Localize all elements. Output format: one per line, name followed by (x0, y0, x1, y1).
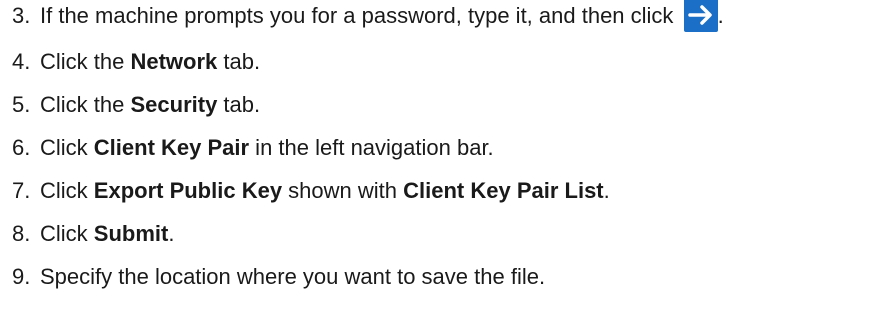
step-number: 3. (12, 2, 31, 28)
step-number: 9. (12, 264, 31, 289)
step-text: Click (40, 135, 94, 160)
ui-term-client-key-pair-list: Client Key Pair List (403, 178, 604, 203)
step-number: 8. (12, 221, 31, 246)
step-number: 6. (12, 135, 31, 160)
step-text-middle: shown with (282, 178, 404, 203)
step-text: Click the (40, 49, 131, 74)
ui-term-security: Security (130, 92, 218, 117)
step-number: 7. (12, 178, 31, 203)
step-8: 8. Click Submit. (12, 220, 174, 248)
step-5: 5. Click the Security tab. (12, 91, 260, 119)
ui-term-client-key-pair: Client Key Pair (93, 135, 250, 160)
step-text: Click (40, 178, 94, 203)
step-text-end: . (168, 221, 175, 246)
step-7: 7. Click Export Public Key shown with Cli… (12, 177, 610, 205)
step-text-end: tab. (217, 92, 261, 117)
step-number: 4. (12, 49, 31, 74)
step-text: Specify the location where you want to s… (40, 264, 546, 289)
ui-term-export-public-key: Export Public Key (93, 178, 283, 203)
step-text: If the machine prompts you for a passwor… (40, 2, 674, 28)
ui-term-network: Network (130, 49, 218, 74)
step-text-end: . (717, 2, 724, 28)
step-4: 4. Click the Network tab. (12, 48, 260, 76)
step-3: 3. If the machine prompts you for a passw… (12, 0, 724, 34)
step-9: 9. Specify the location where you want to… (12, 263, 545, 291)
step-text: Click the (40, 92, 131, 117)
step-number: 5. (12, 92, 31, 117)
ui-term-submit: Submit (93, 221, 169, 246)
step-text-end: in the left navigation bar. (249, 135, 494, 160)
arrow-right-icon (683, 0, 718, 32)
step-text-end: tab. (217, 49, 261, 74)
step-6: 6. Click Client Key Pair in the left navi… (12, 134, 494, 162)
step-text-end: . (603, 178, 610, 203)
step-text: Click (40, 221, 94, 246)
